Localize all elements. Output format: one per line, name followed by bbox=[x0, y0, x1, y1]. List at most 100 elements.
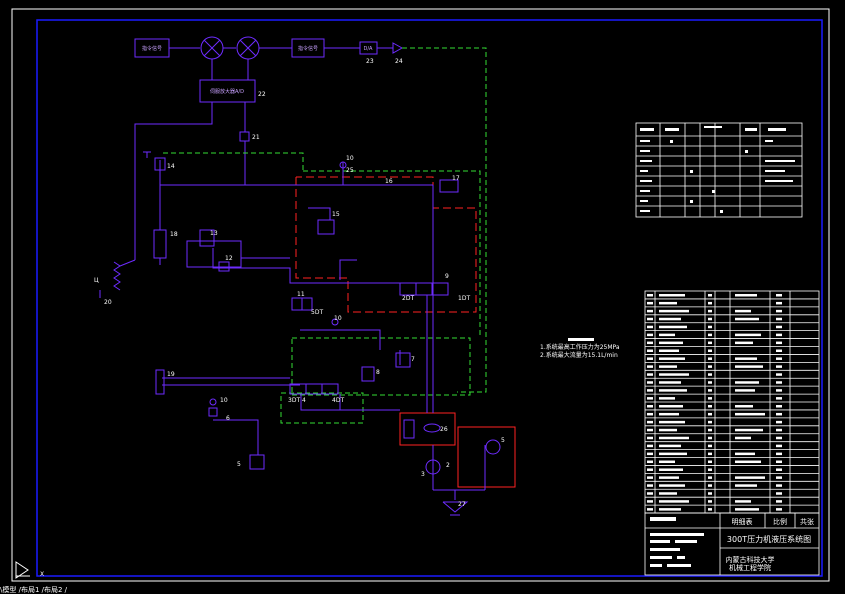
parts-row-glyph bbox=[776, 309, 782, 313]
parts-row-glyph bbox=[708, 492, 712, 495]
parts-row-glyph bbox=[708, 405, 712, 408]
parts-row-glyph bbox=[647, 452, 653, 456]
cylinder-19[interactable] bbox=[155, 369, 165, 395]
sensor-21[interactable] bbox=[239, 131, 250, 142]
parts-row-glyph bbox=[735, 309, 751, 313]
filter-26[interactable] bbox=[423, 423, 441, 433]
label-10-top: 10 bbox=[346, 155, 354, 162]
parts-row-glyph bbox=[776, 436, 782, 440]
parts-row-glyph bbox=[659, 452, 687, 456]
label-19: 19 bbox=[167, 371, 175, 378]
title-block-detail-header: 明细表 bbox=[732, 517, 753, 526]
parts-row-glyph bbox=[647, 476, 653, 479]
parts-row-glyph bbox=[776, 365, 782, 368]
parts-row-glyph bbox=[776, 325, 782, 329]
parts-row-glyph bbox=[708, 484, 712, 487]
accumulator-18[interactable] bbox=[153, 229, 167, 259]
parts-row-glyph bbox=[647, 357, 653, 360]
directional-valve-9-center[interactable] bbox=[415, 282, 433, 296]
parts-row-glyph bbox=[659, 436, 689, 440]
parts-row-glyph bbox=[659, 373, 689, 376]
valve-11-a[interactable] bbox=[291, 297, 303, 311]
parts-row-glyph bbox=[647, 508, 653, 511]
parts-row-glyph bbox=[659, 444, 681, 448]
label-16: 16 bbox=[385, 178, 393, 185]
parts-row-glyph bbox=[659, 325, 687, 329]
label-4: 4 bbox=[302, 397, 306, 404]
label-25: 25 bbox=[346, 167, 354, 174]
parts-row-glyph bbox=[659, 317, 681, 321]
filter-26-element[interactable] bbox=[403, 419, 415, 439]
parts-row-glyph bbox=[776, 333, 782, 337]
label-3dt: 3DT bbox=[288, 397, 300, 404]
layout-tabs-bar[interactable]: \模型 /布局1 /布局2 / bbox=[0, 586, 845, 594]
label-2dt: 2DT bbox=[402, 295, 414, 302]
parts-row-glyph bbox=[735, 500, 751, 503]
parts-row-glyph bbox=[776, 357, 782, 360]
parts-row-glyph bbox=[659, 500, 689, 503]
label-20: 20 bbox=[104, 299, 112, 306]
label-21: 21 bbox=[252, 134, 260, 141]
valve-7[interactable] bbox=[395, 352, 411, 368]
label-7: 7 bbox=[411, 356, 415, 363]
parts-row-glyph bbox=[735, 508, 759, 511]
label-13: 13 bbox=[210, 230, 218, 237]
parts-row-glyph bbox=[776, 381, 782, 384]
hydraulic-drawing-canvas[interactable]: 指令信号 指令信号 D/A 23 24 伺服放大器A/D 22 21 14 18… bbox=[0, 0, 845, 594]
parts-row-glyph bbox=[708, 397, 712, 400]
parts-row-glyph bbox=[776, 349, 782, 353]
parts-row-glyph bbox=[776, 444, 782, 448]
parts-row-glyph bbox=[708, 309, 712, 313]
parts-row-glyph bbox=[776, 508, 782, 511]
pump-5[interactable] bbox=[485, 439, 501, 455]
parts-row-glyph bbox=[647, 420, 653, 424]
label-5dt: 5DT bbox=[311, 309, 323, 316]
parts-row-glyph bbox=[708, 500, 712, 503]
parts-row-glyph bbox=[776, 428, 782, 432]
parts-row-glyph bbox=[776, 301, 782, 305]
parts-row-glyph bbox=[659, 428, 677, 432]
parts-row-glyph bbox=[647, 317, 653, 321]
valve-6[interactable] bbox=[208, 407, 218, 417]
valve-8[interactable] bbox=[361, 366, 375, 382]
parts-row-glyph bbox=[659, 397, 675, 400]
parts-row-glyph bbox=[708, 373, 712, 376]
parts-row-glyph bbox=[659, 460, 675, 464]
parts-row-glyph bbox=[776, 294, 782, 297]
valve-5-left[interactable] bbox=[249, 454, 265, 470]
parts-row-glyph bbox=[776, 484, 782, 487]
parts-row-glyph bbox=[659, 405, 683, 408]
parts-row-glyph bbox=[776, 412, 782, 416]
parts-row-glyph bbox=[776, 500, 782, 503]
directional-valve-9-left[interactable] bbox=[399, 282, 417, 296]
parts-row-glyph bbox=[776, 373, 782, 376]
parts-row-glyph bbox=[647, 309, 653, 313]
parts-row-glyph bbox=[776, 405, 782, 408]
parts-row-glyph bbox=[647, 397, 653, 400]
label-9: 9 bbox=[445, 273, 449, 280]
parts-list-rows bbox=[645, 294, 819, 511]
pump-block-5[interactable] bbox=[457, 426, 516, 488]
parts-row-glyph bbox=[776, 397, 782, 400]
label-23: 23 bbox=[366, 58, 374, 65]
parts-row-glyph bbox=[647, 468, 653, 471]
label-14: 14 bbox=[167, 163, 175, 170]
parts-row-glyph bbox=[647, 428, 653, 432]
parts-row-glyph bbox=[659, 381, 681, 384]
parts-row-glyph bbox=[708, 317, 712, 321]
note-line-2: 2.系统最大流量为15.1L/min bbox=[540, 351, 618, 359]
parts-row-glyph bbox=[735, 452, 755, 456]
parts-row-glyph bbox=[647, 349, 653, 353]
parts-row-glyph bbox=[708, 349, 712, 353]
parts-row-glyph bbox=[708, 294, 712, 297]
valve-15[interactable] bbox=[317, 219, 335, 235]
label-10-low: 10 bbox=[220, 397, 228, 404]
amplifier-symbol[interactable] bbox=[392, 42, 404, 54]
parts-row-glyph bbox=[776, 460, 782, 464]
label-8: 8 bbox=[376, 369, 380, 376]
gauge-10-low[interactable] bbox=[209, 398, 217, 406]
parts-row-glyph bbox=[647, 373, 653, 376]
directional-valve-9-right[interactable] bbox=[431, 282, 449, 296]
label-12: 12 bbox=[225, 255, 233, 262]
parts-row-glyph bbox=[708, 420, 712, 424]
